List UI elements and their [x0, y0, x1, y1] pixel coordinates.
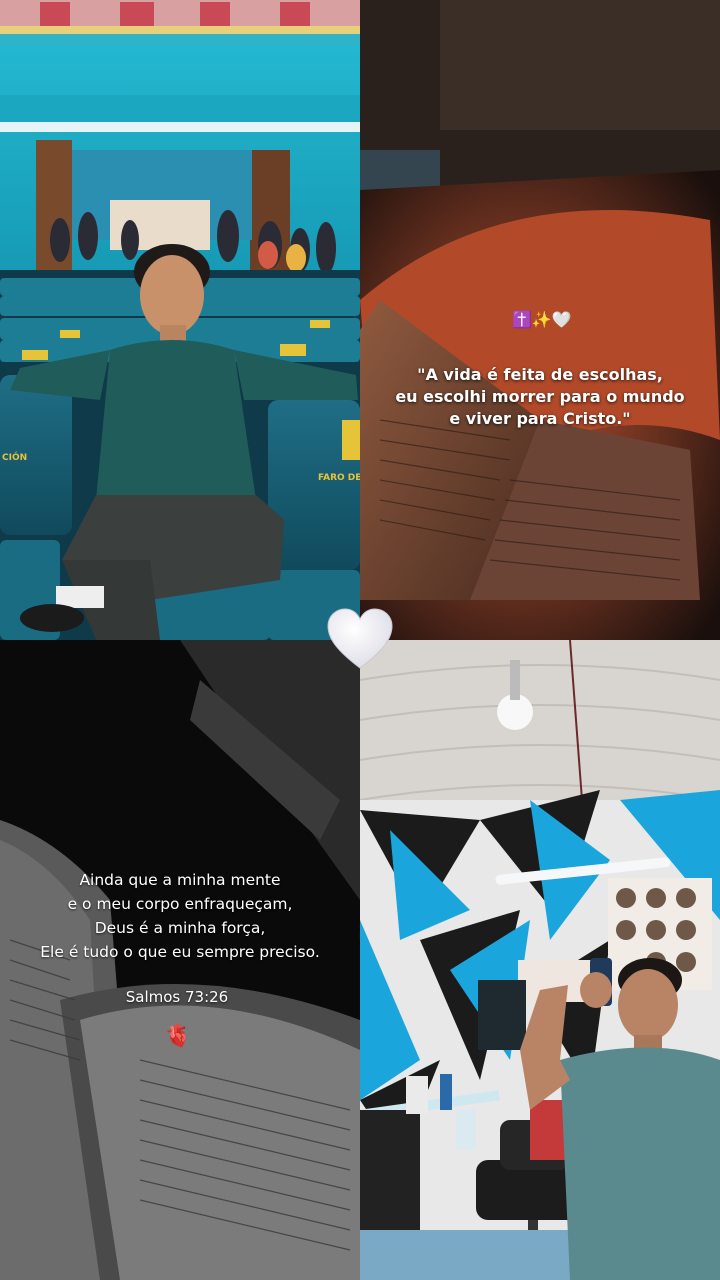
quote-line-1: "A vida é feita de escolhas,	[417, 365, 663, 384]
seat-text-right: FARO DE	[318, 473, 360, 483]
photo-auditorium: CIÓN FARO DE	[0, 0, 360, 640]
verse-text: Ainda que a minha mente e o meu corpo en…	[0, 868, 360, 964]
verse-line-1: Ainda que a minha mente	[79, 871, 281, 889]
anatomical-heart-emoji: 🫀	[164, 1024, 192, 1049]
quote-line-2: eu escolhi morrer para o mundo	[395, 387, 685, 406]
photo-book-verse: Ainda que a minha mente e o meu corpo en…	[0, 640, 360, 1280]
cross-sparkle-heart-emojis: ✝️✨🤍	[512, 310, 572, 329]
bible-quote: "A vida é feita de escolhas, eu escolhi …	[360, 364, 720, 430]
barbershop-scene	[360, 640, 720, 1280]
photo-bible-quote: ✝️✨🤍 "A vida é feita de escolhas, eu esc…	[360, 0, 720, 640]
quote-line-3: e viver para Cristo."	[449, 409, 631, 428]
seat-text-left: CIÓN	[2, 451, 27, 463]
photo-barbershop-selfie	[360, 640, 720, 1280]
verse-reference: Salmos 73:26	[125, 988, 229, 1006]
white-heart-icon	[327, 608, 393, 669]
verse-line-2: e o meu corpo enfraqueçam,	[67, 895, 293, 913]
verse-line-4: Ele é tudo o que eu sempre preciso.	[40, 943, 320, 961]
verse-line-3: Deus é a minha força,	[94, 919, 266, 937]
auditorium-scene: CIÓN FARO DE	[0, 0, 360, 640]
